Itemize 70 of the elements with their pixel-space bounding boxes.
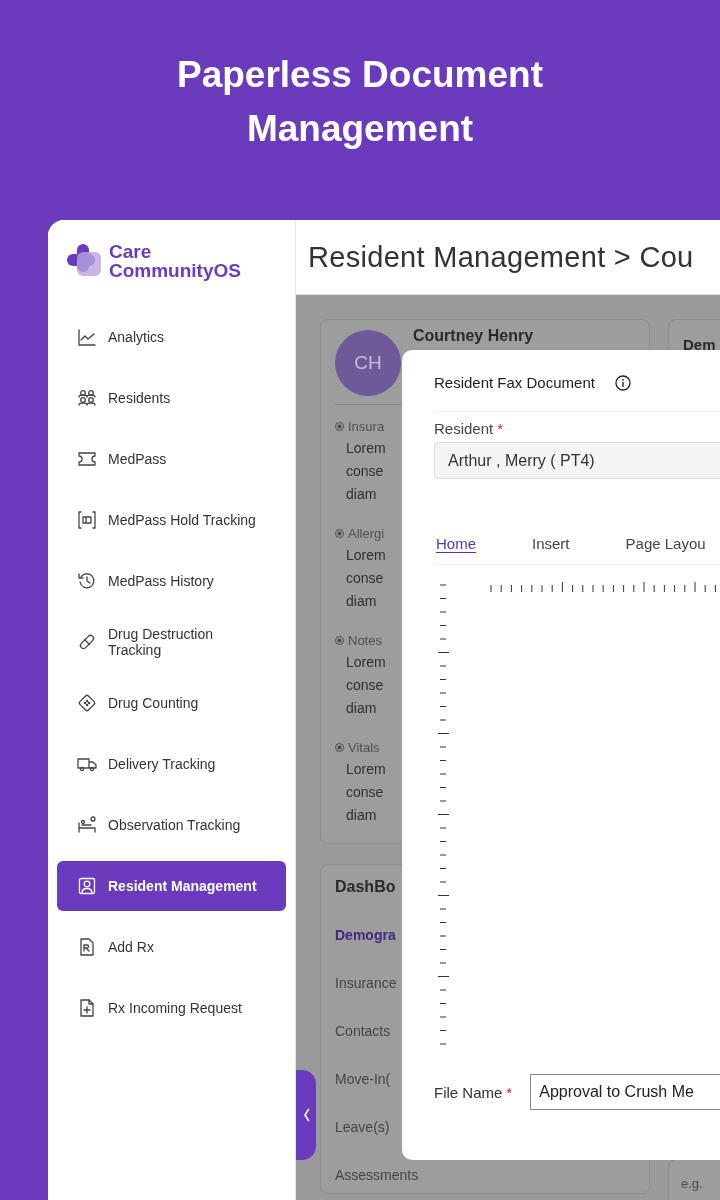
ticket-icon: [77, 449, 97, 469]
bullet-icon: [335, 742, 344, 752]
required-mark: *: [506, 1083, 513, 1101]
avatar: CH: [335, 330, 401, 396]
required-mark: *: [497, 420, 504, 437]
resident-select[interactable]: Arthur , Merry ( PT4): [434, 442, 720, 479]
section-text: Lorem: [346, 760, 386, 779]
section-text: diam: [346, 485, 377, 504]
sidebar-item[interactable]: Observation Tracking: [57, 800, 286, 850]
file-name-field[interactable]: Approval to Crush Me: [530, 1074, 720, 1110]
chevron-left-icon: [302, 1108, 310, 1122]
section-label: Insura: [348, 418, 385, 434]
sidebar-item[interactable]: Rx Incoming Request: [57, 983, 286, 1033]
sidebar-item[interactable]: MedPass History: [57, 556, 286, 606]
editor-tab[interactable]: Home: [436, 535, 476, 552]
section-text: Lorem: [346, 439, 386, 458]
bullet-icon: [335, 635, 344, 645]
section-label: Allergi: [348, 525, 385, 541]
section-text: conse: [346, 569, 384, 588]
pill-icon: [77, 632, 97, 652]
dashboard-link[interactable]: Leave(s): [335, 1117, 390, 1137]
sidebar-item[interactable]: Analytics: [57, 312, 286, 362]
dialog-title: Resident Fax Document: [434, 374, 595, 391]
dashboard-link[interactable]: Demogra: [335, 925, 396, 945]
dashboard-link[interactable]: Insurance: [335, 973, 397, 993]
sidebar-item[interactable]: Drug Destruction Tracking: [57, 617, 286, 667]
section-text: diam: [346, 699, 377, 718]
card-title: Dem: [683, 336, 716, 353]
bracketed-ticket-icon: [77, 510, 97, 530]
field-label: File Name: [434, 1083, 503, 1101]
history-icon: [77, 571, 97, 591]
line-chart-icon: [77, 327, 97, 347]
dashboard-link[interactable]: Move-In(: [335, 1069, 391, 1089]
sidebar-item[interactable]: Resident Management: [57, 861, 286, 911]
section-text: diam: [346, 592, 377, 611]
collapse-sidebar-button[interactable]: [296, 1070, 316, 1160]
headline: Paperless Document Management: [176, 53, 544, 151]
section-text: conse: [346, 783, 384, 802]
section-label: Notes: [348, 632, 382, 648]
section-text: conse: [346, 676, 384, 695]
sidebar-item[interactable]: Delivery Tracking: [57, 739, 286, 789]
section-text: Lorem: [346, 653, 386, 672]
bed-icon: [77, 815, 97, 835]
card-title: DashBo: [335, 877, 397, 897]
resident-name: Courtney Henry: [413, 327, 534, 345]
section-label: Vitals: [348, 739, 380, 755]
editor-tab[interactable]: Insert: [532, 535, 570, 552]
people-group-icon: [77, 388, 97, 408]
bullet-icon: [335, 528, 344, 538]
sidebar-item[interactable]: Drug Counting: [57, 678, 286, 728]
info-icon[interactable]: [614, 374, 631, 391]
editor-tab[interactable]: Page Layou: [625, 535, 706, 552]
sidebar-item[interactable]: MedPass: [57, 434, 286, 484]
section-text: conse: [346, 462, 384, 481]
bullet-icon: [335, 421, 344, 431]
blister-pack-icon: [77, 693, 97, 713]
document-icon: [77, 937, 97, 957]
dashboard-link[interactable]: Contacts: [335, 1021, 391, 1041]
field-label: Resident: [434, 420, 494, 437]
sidebar-item[interactable]: MedPass Hold Tracking: [57, 495, 286, 545]
dashboard-link[interactable]: Assessments: [335, 1165, 419, 1185]
sidebar-item[interactable]: Add Rx: [57, 922, 286, 972]
section-text: Lorem: [346, 546, 386, 565]
sidebar-item[interactable]: Residents: [57, 373, 286, 423]
section-text: diam: [346, 806, 377, 825]
brand-name: Care CommunityOS: [109, 242, 242, 280]
page-title: Resident Management > Cou: [308, 240, 694, 274]
user-portrait-icon: [77, 876, 97, 896]
input-field[interactable]: e.g.: [679, 1175, 720, 1192]
file-plus-icon: [77, 998, 97, 1018]
